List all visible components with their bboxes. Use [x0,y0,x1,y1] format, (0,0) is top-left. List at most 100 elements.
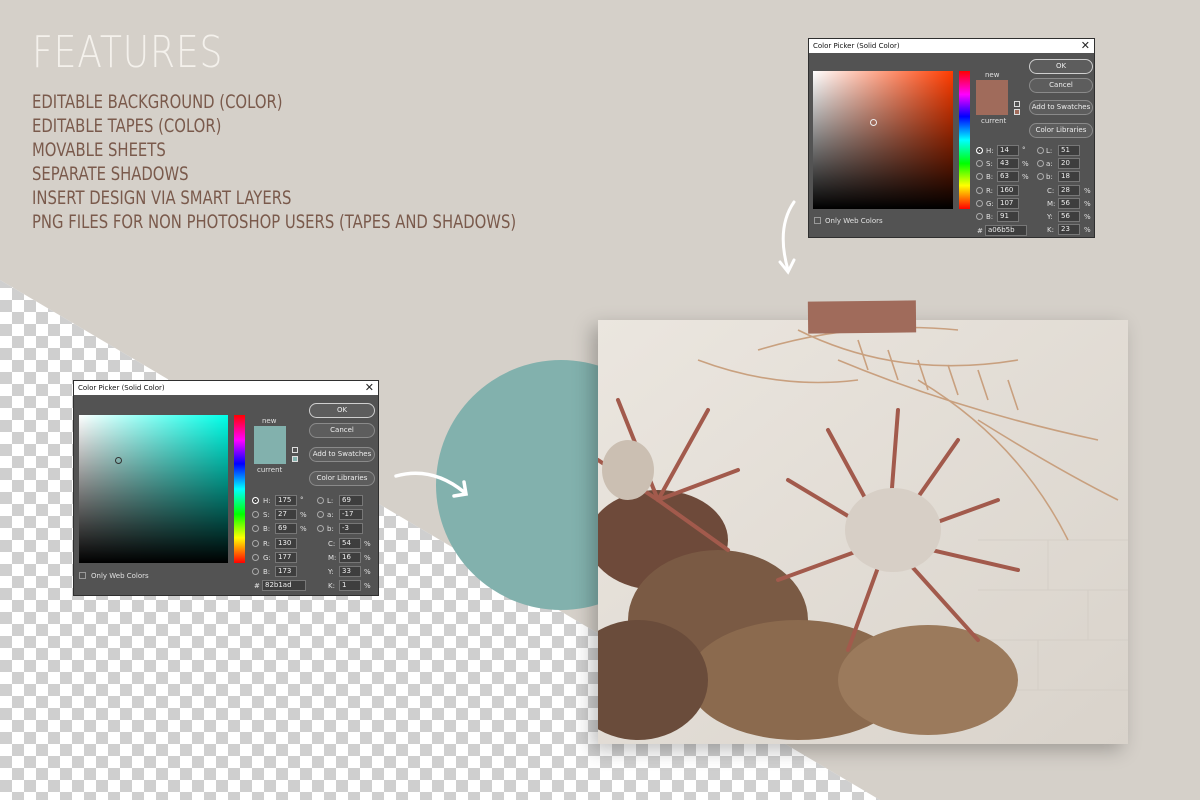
label-a: a: [327,511,334,519]
photo-sheet[interactable] [598,320,1128,744]
input-a[interactable]: 20 [1058,158,1080,169]
unit-degree: ° [1022,146,1026,154]
only-web-colors-checkbox[interactable] [814,217,821,224]
input-k[interactable]: 1 [339,580,361,591]
input-m[interactable]: 56 [1058,198,1080,209]
input-m[interactable]: 16 [339,552,361,563]
cube-warning-icon[interactable] [292,447,298,453]
label-blue: B: [986,213,994,221]
input-a[interactable]: -17 [339,509,363,520]
cancel-button[interactable]: Cancel [1029,78,1093,93]
unit-percent: % [1084,187,1091,195]
input-b[interactable]: 63 [997,171,1019,182]
input-l[interactable]: 51 [1058,145,1080,156]
radio-b[interactable] [976,173,983,180]
input-blue[interactable]: 91 [997,211,1019,222]
radio-h[interactable] [976,147,983,154]
radio-lab-b[interactable] [317,525,324,532]
feature-item: EDITABLE BACKGROUND (COLOR) [32,91,283,113]
features-title: FEATURES [32,27,224,78]
label-c: C: [1047,187,1055,195]
unit-percent: % [1084,226,1091,234]
color-picker-dialog-circle[interactable]: Color Picker (Solid Color) ✕ new current… [73,380,379,596]
hue-slider[interactable] [959,71,970,209]
radio-g[interactable] [976,200,983,207]
close-icon[interactable]: ✕ [365,381,374,395]
radio-h[interactable] [252,497,259,504]
dialog-title: Color Picker (Solid Color) [78,384,165,392]
input-y[interactable]: 56 [1058,211,1080,222]
current-color-swatch[interactable] [976,97,1008,115]
label-g: G: [263,554,271,562]
input-y[interactable]: 33 [339,566,361,577]
radio-l[interactable] [1037,147,1044,154]
unit-percent: % [364,582,371,590]
radio-r[interactable] [252,540,259,547]
current-color-swatch[interactable] [254,445,286,464]
hue-slider[interactable] [234,415,245,563]
label-l: L: [1046,147,1053,155]
color-field[interactable] [79,415,228,563]
radio-g[interactable] [252,554,259,561]
web-safe-icon[interactable] [1014,109,1020,115]
ok-button[interactable]: OK [309,403,375,418]
radio-l[interactable] [317,497,324,504]
radio-a[interactable] [1037,160,1044,167]
radio-blue[interactable] [976,213,983,220]
feature-item: MOVABLE SHEETS [32,139,166,161]
input-g[interactable]: 107 [997,198,1019,209]
current-label: current [257,466,283,474]
unit-percent: % [1022,173,1029,181]
radio-blue[interactable] [252,568,259,575]
label-s: S: [986,160,993,168]
label-lab-b: b: [327,525,334,533]
input-c[interactable]: 54 [339,538,361,549]
cube-warning-icon[interactable] [1014,101,1020,107]
color-libraries-button[interactable]: Color Libraries [1029,123,1093,138]
color-libraries-button[interactable]: Color Libraries [309,471,375,486]
web-safe-icon[interactable] [292,456,298,462]
tape-strip[interactable] [807,300,917,334]
input-lab-b[interactable]: 18 [1058,171,1080,182]
hex-input[interactable]: a06b5b [985,225,1027,236]
radio-lab-b[interactable] [1037,173,1044,180]
radio-r[interactable] [976,187,983,194]
color-picker-dialog-tape[interactable]: Color Picker (Solid Color) ✕ new current… [808,38,1095,238]
input-g[interactable]: 177 [275,552,297,563]
radio-s[interactable] [252,511,259,518]
input-blue[interactable]: 173 [275,566,297,577]
canvas: FEATURES EDITABLE BACKGROUND (COLOR) EDI… [0,0,1200,800]
input-lab-b[interactable]: -3 [339,523,363,534]
close-icon[interactable]: ✕ [1081,39,1090,53]
input-s[interactable]: 27 [275,509,297,520]
add-to-swatches-button[interactable]: Add to Swatches [1029,100,1093,115]
add-to-swatches-button[interactable]: Add to Swatches [309,447,375,462]
input-h[interactable]: 175 [275,495,297,506]
hex-input[interactable]: 82b1ad [262,580,306,591]
unit-percent: % [1084,213,1091,221]
feature-item: SEPARATE SHADOWS [32,163,189,185]
radio-a[interactable] [317,511,324,518]
input-l[interactable]: 69 [339,495,363,506]
arrow-down-icon [778,200,796,275]
label-c: C: [328,540,336,548]
ok-button[interactable]: OK [1029,59,1093,74]
input-b[interactable]: 69 [275,523,297,534]
input-r[interactable]: 130 [275,538,297,549]
label-b: B: [263,525,271,533]
color-field[interactable] [813,71,953,209]
color-field-cursor[interactable] [870,119,877,126]
input-c[interactable]: 28 [1058,185,1080,196]
radio-b[interactable] [252,525,259,532]
dried-flowers-photo [598,320,1128,744]
input-k[interactable]: 23 [1058,224,1080,235]
color-field-cursor[interactable] [115,457,122,464]
cancel-button[interactable]: Cancel [309,423,375,438]
input-h[interactable]: 14 [997,145,1019,156]
input-s[interactable]: 43 [997,158,1019,169]
label-y: Y: [1047,213,1053,221]
arrow-right-icon [394,471,469,498]
input-r[interactable]: 160 [997,185,1019,196]
radio-s[interactable] [976,160,983,167]
only-web-colors-checkbox[interactable] [79,572,86,579]
